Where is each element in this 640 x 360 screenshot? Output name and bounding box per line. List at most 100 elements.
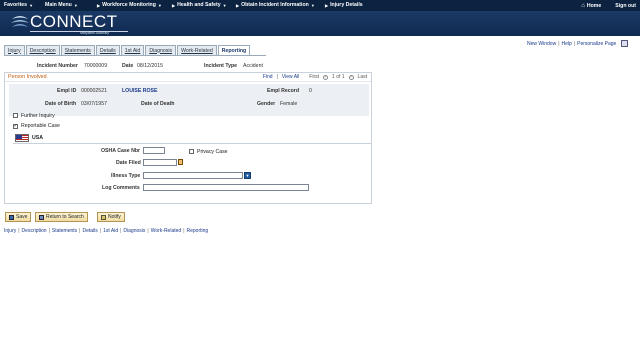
empl-record-value: 0: [309, 88, 312, 94]
date-value: 08/12/2015: [137, 63, 163, 69]
tab-1st-aid[interactable]: 1st Aid: [120, 45, 145, 55]
tab-reporting[interactable]: Reporting: [217, 45, 251, 55]
nav-health-and-safety[interactable]: ▶ Health and Safety ▼: [172, 2, 227, 8]
nav-main-menu[interactable]: Main Menu ▼: [45, 2, 78, 8]
tab-statements[interactable]: Statements: [60, 45, 95, 55]
footer-link-injury[interactable]: Injury: [4, 228, 16, 234]
osha-case-nbr-label: OSHA Case Nbr: [101, 148, 141, 154]
footer-link-details[interactable]: Details: [82, 228, 97, 234]
incident-type-label: Incident Type: [204, 63, 238, 69]
tab-work-related[interactable]: Work-Related: [177, 45, 217, 55]
reportable-case-label: Reportable Case: [21, 123, 60, 129]
date-filed-input[interactable]: [143, 159, 177, 166]
date-filed-label: Date Filed: [116, 160, 141, 166]
footer-link-description[interactable]: Description: [22, 228, 47, 234]
return-to-search-label: Return to Search: [46, 214, 84, 220]
nav-workforce-monitoring-label: Workforce Monitoring: [102, 2, 156, 8]
tab-description[interactable]: Description: [25, 45, 60, 55]
top-navigation-bar: Favorites ▼ Main Menu ▼ ▶ Workforce Moni…: [0, 0, 640, 11]
first-label: First: [309, 74, 320, 80]
separator: |: [120, 228, 122, 234]
employee-info-panel: Empl ID 000002521 LOUISE ROSE Empl Recor…: [9, 84, 369, 116]
gender-value: Female: [280, 101, 298, 107]
next-icon[interactable]: ›: [348, 74, 354, 80]
brand-divider: [30, 31, 128, 32]
footer-link-1st-aid[interactable]: 1st Aid: [103, 228, 118, 234]
return-icon: [39, 214, 44, 220]
date-label: Date: [122, 63, 134, 69]
nav-main-menu-label: Main Menu: [45, 2, 72, 8]
notify-icon: [101, 214, 106, 220]
reportable-case-checkbox[interactable]: [13, 123, 18, 129]
divider: [13, 143, 371, 144]
view-all-link[interactable]: View All: [282, 74, 299, 80]
expand-icon[interactable]: [621, 40, 629, 47]
privacy-case-label: Privacy Case: [197, 149, 228, 155]
footer-link-reporting[interactable]: Reporting: [187, 228, 209, 234]
home-link[interactable]: ⌂ Home: [581, 3, 601, 9]
dropdown-arrow-icon[interactable]: ▼: [244, 172, 251, 179]
nav-health-and-safety-label: Health and Safety: [177, 2, 221, 8]
emplid-value: 000002521: [81, 88, 107, 94]
save-icon: [9, 214, 14, 220]
chevron-right-icon: ▶: [236, 2, 240, 8]
notify-button[interactable]: Notify: [97, 212, 125, 222]
separator: |: [79, 228, 81, 234]
footer-link-diagnosis[interactable]: Diagnosis: [123, 228, 145, 234]
illness-type-select[interactable]: [143, 172, 243, 179]
empl-record-label: Empl Record: [267, 88, 299, 94]
new-window-link[interactable]: New Window: [527, 41, 556, 47]
tab-diagnosis[interactable]: Diagnosis: [145, 45, 177, 55]
save-button[interactable]: Save: [5, 212, 32, 222]
nav-workforce-monitoring[interactable]: ▶ Workforce Monitoring ▼: [97, 2, 162, 8]
chevron-down-icon: ▼: [222, 2, 227, 8]
tab-details[interactable]: Details: [95, 45, 120, 55]
nav-obtain-incident-information-label: Obtain Incident Information: [241, 2, 309, 8]
find-link[interactable]: Find: [263, 74, 273, 80]
chevron-down-icon: ▼: [157, 2, 162, 8]
privacy-case-checkbox[interactable]: [189, 149, 194, 154]
help-link[interactable]: Help: [562, 41, 572, 47]
person-involved-title: Person Involved: [8, 74, 47, 80]
signout-link[interactable]: Sign out: [615, 3, 636, 9]
notify-button-label: Notify: [108, 214, 121, 220]
previous-icon[interactable]: ‹: [323, 74, 329, 80]
footer-tab-links: Injury | Description | Statements | Deta…: [4, 228, 208, 234]
separator: |: [573, 40, 576, 47]
separator: |: [147, 228, 149, 234]
last-label: Last: [357, 74, 367, 80]
incident-type-value: Accident: [243, 63, 263, 69]
log-comments-input[interactable]: [143, 184, 309, 191]
nav-favorites[interactable]: Favorites ▼: [4, 2, 33, 8]
date-of-birth-label: Date of Birth: [45, 101, 77, 107]
chevron-down-icon: ▼: [29, 2, 34, 8]
nav-obtain-incident-information[interactable]: ▶ Obtain Incident Information ▼: [236, 2, 315, 8]
footer-link-statements[interactable]: Statements: [52, 228, 77, 234]
brand-name: CONNECT: [30, 12, 118, 31]
further-inquiry-label: Further Inquiry: [21, 113, 55, 119]
page-links: New Window | Help | Personalize Page: [527, 40, 629, 47]
separator: |: [183, 228, 185, 234]
home-label: Home: [586, 2, 602, 9]
separator: |: [18, 228, 20, 234]
incident-number-label: Incident Number: [37, 63, 78, 69]
log-comments-label: Log Comments: [102, 185, 140, 191]
us-flag-icon: [15, 134, 29, 142]
connect-logo-icon: [11, 16, 29, 27]
separator: |: [276, 74, 278, 80]
tab-injury[interactable]: Injury: [4, 45, 25, 55]
chevron-right-icon: ▶: [325, 2, 329, 8]
tab-underline: [4, 55, 266, 56]
person-involved-section: Person Involved Find | View All First ‹ …: [4, 72, 372, 204]
nav-injury-details[interactable]: ▶ Injury Details: [325, 2, 363, 8]
calendar-icon[interactable]: [178, 159, 183, 165]
incident-number-value: 70000009: [84, 63, 108, 69]
footer-link-work-related[interactable]: Work-Related: [151, 228, 181, 234]
return-to-search-button[interactable]: Return to Search: [35, 212, 88, 222]
personalize-page-link[interactable]: Personalize Page: [577, 41, 616, 47]
separator: |: [558, 40, 560, 47]
further-inquiry-checkbox[interactable]: [13, 113, 18, 118]
date-of-birth-value: 03/07/1957: [81, 101, 107, 107]
topnav-right: ⌂ Home Sign out: [581, 0, 636, 11]
osha-case-nbr-input[interactable]: [143, 147, 165, 154]
